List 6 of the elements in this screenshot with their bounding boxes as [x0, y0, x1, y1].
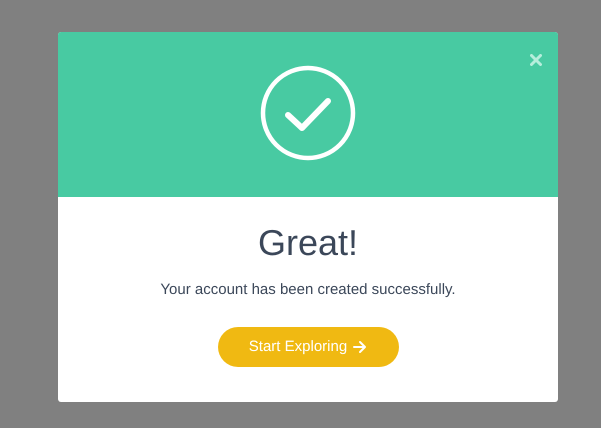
success-message: Your account has been created successfully. — [160, 280, 456, 300]
checkmark-circle-icon — [260, 65, 356, 161]
start-exploring-button[interactable]: Start Exploring — [218, 327, 398, 367]
dialog-title: Great! — [258, 221, 358, 265]
arrow-right-icon — [353, 340, 368, 354]
close-icon[interactable] — [530, 54, 542, 66]
